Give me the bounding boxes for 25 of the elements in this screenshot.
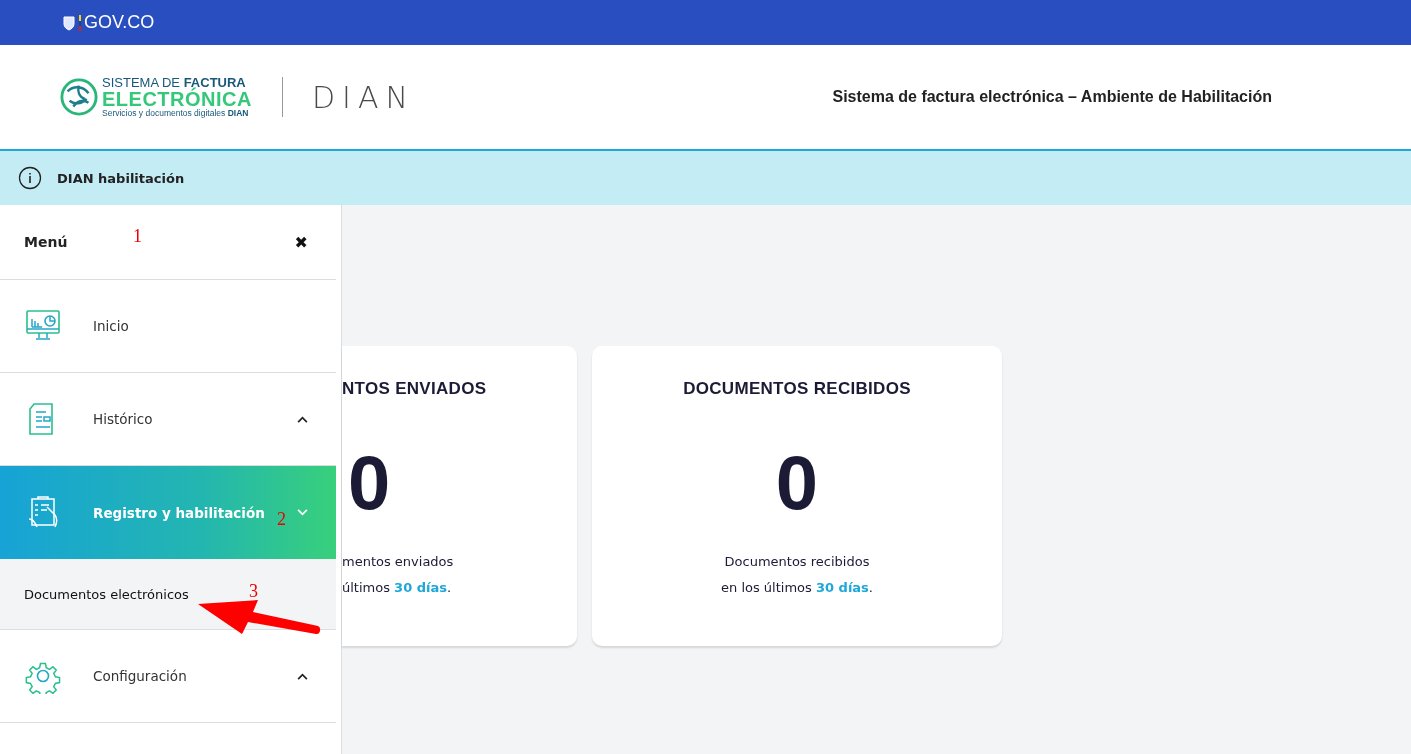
count-value: 0	[775, 445, 819, 521]
close-button[interactable]: ✖	[294, 232, 308, 252]
card-title: NTOS ENVIADOS	[342, 379, 487, 400]
menu-title: Menú	[24, 234, 68, 250]
annotation-number: 2	[277, 509, 286, 530]
menu-item[interactable]: Inicio	[0, 280, 336, 373]
card-text: en los últimos 30 días.	[721, 579, 873, 597]
logo-title: SISTEMA DE FACTURA	[102, 76, 246, 90]
gov-brand[interactable]: GOV.CO	[84, 12, 155, 33]
card-text: Documentos recibidos	[724, 553, 870, 571]
card-title: DOCUMENTOS RECIBIDOS	[683, 379, 911, 400]
logo-subtitle: Servicios y documentos digitales DIAN	[102, 109, 250, 118]
agency-logo: DIAN	[311, 79, 415, 115]
annotation-number: 1	[133, 226, 142, 247]
logo-title: ELECTRÓNICA	[102, 89, 252, 110]
flag-stripe	[79, 14, 81, 31]
card-text: mentos enviados	[342, 553, 454, 571]
header-title: Sistema de factura electrónica – Ambiente de Habilitación	[832, 88, 1272, 106]
card-text: últimos 30 días.	[342, 579, 452, 597]
globe-icon	[60, 78, 98, 116]
info-text: DIAN habilitación	[57, 170, 185, 186]
count-value: 0	[348, 445, 391, 521]
info-icon	[18, 166, 42, 190]
annotation-number: 3	[249, 581, 258, 602]
shield-icon	[62, 14, 76, 31]
